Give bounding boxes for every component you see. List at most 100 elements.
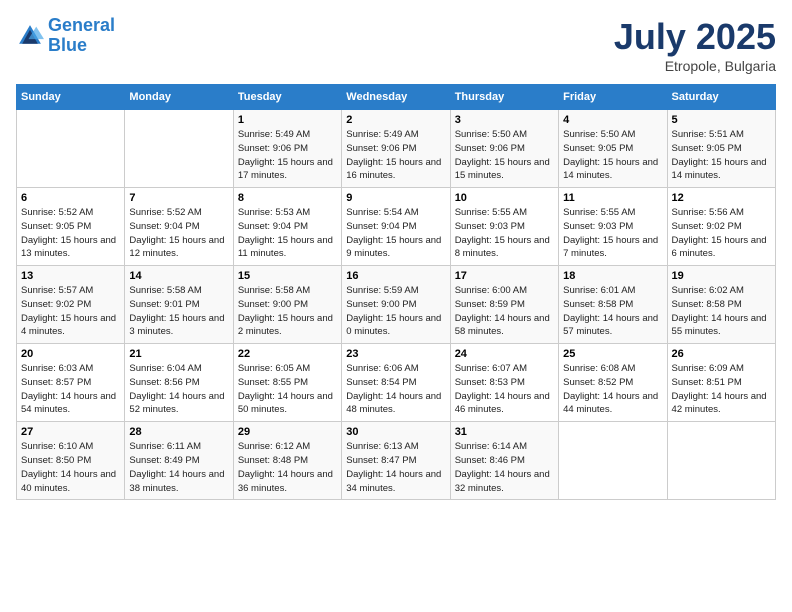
day-info: Sunrise: 6:02 AMSunset: 8:58 PMDaylight:… (672, 284, 771, 339)
location-subtitle: Etropole, Bulgaria (614, 58, 776, 74)
calendar-cell: 23 Sunrise: 6:06 AMSunset: 8:54 PMDayligh… (342, 344, 450, 422)
day-number: 10 (455, 192, 554, 204)
day-info: Sunrise: 6:03 AMSunset: 8:57 PMDaylight:… (21, 362, 120, 417)
calendar-cell: 12 Sunrise: 5:56 AMSunset: 9:02 PMDayligh… (667, 188, 775, 266)
weekday-header: Thursday (450, 85, 558, 110)
calendar-cell (559, 422, 667, 500)
day-info: Sunrise: 6:07 AMSunset: 8:53 PMDaylight:… (455, 362, 554, 417)
day-info: Sunrise: 5:57 AMSunset: 9:02 PMDaylight:… (21, 284, 120, 339)
calendar-cell: 10 Sunrise: 5:55 AMSunset: 9:03 PMDayligh… (450, 188, 558, 266)
day-number: 17 (455, 270, 554, 282)
calendar-cell: 16Sunrise: 5:59 AMSunset: 9:00 PMDayligh… (342, 266, 450, 344)
calendar-cell: 29Sunrise: 6:12 AMSunset: 8:48 PMDayligh… (233, 422, 341, 500)
day-info: Sunrise: 6:01 AMSunset: 8:58 PMDaylight:… (563, 284, 662, 339)
weekday-header: Tuesday (233, 85, 341, 110)
day-info: Sunrise: 6:08 AMSunset: 8:52 PMDaylight:… (563, 362, 662, 417)
calendar-cell: 30 Sunrise: 6:13 AMSunset: 8:47 PMDayligh… (342, 422, 450, 500)
day-number: 19 (672, 270, 771, 282)
calendar-cell: 4 Sunrise: 5:50 AMSunset: 9:05 PMDaylight… (559, 110, 667, 188)
day-info: Sunrise: 5:58 AMSunset: 9:00 PMDaylight:… (238, 284, 337, 339)
weekday-row: SundayMondayTuesdayWednesdayThursdayFrid… (17, 85, 776, 110)
day-info: Sunrise: 5:53 AMSunset: 9:04 PMDaylight:… (238, 206, 337, 261)
day-number: 21 (129, 348, 228, 360)
calendar-cell: 1 Sunrise: 5:49 AMSunset: 9:06 PMDaylight… (233, 110, 341, 188)
page-header: General Blue July 2025 Etropole, Bulgari… (16, 16, 776, 74)
logo: General Blue (16, 16, 115, 56)
calendar-cell: 20 Sunrise: 6:03 AMSunset: 8:57 PMDayligh… (17, 344, 125, 422)
day-number: 13 (21, 270, 120, 282)
calendar-cell: 25 Sunrise: 6:08 AMSunset: 8:52 PMDayligh… (559, 344, 667, 422)
logo-icon (16, 22, 44, 50)
day-info: Sunrise: 5:51 AMSunset: 9:05 PMDaylight:… (672, 128, 771, 183)
calendar-week-row: 6Sunrise: 5:52 AMSunset: 9:05 PMDaylight… (17, 188, 776, 266)
calendar-cell: 7Sunrise: 5:52 AMSunset: 9:04 PMDaylight… (125, 188, 233, 266)
day-number: 25 (563, 348, 662, 360)
weekday-header: Wednesday (342, 85, 450, 110)
day-number: 14 (129, 270, 228, 282)
calendar-week-row: 1 Sunrise: 5:49 AMSunset: 9:06 PMDaylight… (17, 110, 776, 188)
day-number: 31 (455, 426, 554, 438)
day-info: Sunrise: 5:58 AMSunset: 9:01 PMDaylight:… (129, 284, 228, 339)
calendar-cell: 21 Sunrise: 6:04 AMSunset: 8:56 PMDayligh… (125, 344, 233, 422)
day-number: 27 (21, 426, 120, 438)
day-number: 9 (346, 192, 445, 204)
calendar-week-row: 27 Sunrise: 6:10 AMSunset: 8:50 PMDayligh… (17, 422, 776, 500)
day-info: Sunrise: 6:11 AMSunset: 8:49 PMDaylight:… (129, 440, 228, 495)
day-number: 4 (563, 114, 662, 126)
weekday-header: Monday (125, 85, 233, 110)
calendar-week-row: 20 Sunrise: 6:03 AMSunset: 8:57 PMDayligh… (17, 344, 776, 422)
day-info: Sunrise: 6:04 AMSunset: 8:56 PMDaylight:… (129, 362, 228, 417)
day-number: 15 (238, 270, 337, 282)
calendar-cell: 2Sunrise: 5:49 AMSunset: 9:06 PMDaylight… (342, 110, 450, 188)
calendar-cell: 24 Sunrise: 6:07 AMSunset: 8:53 PMDayligh… (450, 344, 558, 422)
calendar-header: SundayMondayTuesdayWednesdayThursdayFrid… (17, 85, 776, 110)
day-info: Sunrise: 6:09 AMSunset: 8:51 PMDaylight:… (672, 362, 771, 417)
weekday-header: Friday (559, 85, 667, 110)
day-number: 30 (346, 426, 445, 438)
day-info: Sunrise: 5:55 AMSunset: 9:03 PMDaylight:… (455, 206, 554, 261)
calendar-cell: 5Sunrise: 5:51 AMSunset: 9:05 PMDaylight… (667, 110, 775, 188)
calendar-cell (17, 110, 125, 188)
day-info: Sunrise: 5:54 AMSunset: 9:04 PMDaylight:… (346, 206, 445, 261)
day-info: Sunrise: 6:14 AMSunset: 8:46 PMDaylight:… (455, 440, 554, 495)
day-number: 22 (238, 348, 337, 360)
calendar-cell: 13 Sunrise: 5:57 AMSunset: 9:02 PMDayligh… (17, 266, 125, 344)
day-number: 23 (346, 348, 445, 360)
calendar-cell: 26 Sunrise: 6:09 AMSunset: 8:51 PMDayligh… (667, 344, 775, 422)
month-title: July 2025 (614, 16, 776, 58)
calendar-cell: 28 Sunrise: 6:11 AMSunset: 8:49 PMDayligh… (125, 422, 233, 500)
day-number: 11 (563, 192, 662, 204)
calendar-cell: 15 Sunrise: 5:58 AMSunset: 9:00 PMDayligh… (233, 266, 341, 344)
day-info: Sunrise: 6:05 AMSunset: 8:55 PMDaylight:… (238, 362, 337, 417)
calendar-body: 1 Sunrise: 5:49 AMSunset: 9:06 PMDaylight… (17, 110, 776, 500)
day-info: Sunrise: 5:49 AMSunset: 9:06 PMDaylight:… (346, 128, 445, 183)
calendar-week-row: 13 Sunrise: 5:57 AMSunset: 9:02 PMDayligh… (17, 266, 776, 344)
day-number: 18 (563, 270, 662, 282)
day-number: 28 (129, 426, 228, 438)
day-info: Sunrise: 6:06 AMSunset: 8:54 PMDaylight:… (346, 362, 445, 417)
day-number: 16 (346, 270, 445, 282)
calendar-cell: 6Sunrise: 5:52 AMSunset: 9:05 PMDaylight… (17, 188, 125, 266)
calendar-cell: 27 Sunrise: 6:10 AMSunset: 8:50 PMDayligh… (17, 422, 125, 500)
calendar-cell: 3Sunrise: 5:50 AMSunset: 9:06 PMDaylight… (450, 110, 558, 188)
day-info: Sunrise: 6:00 AMSunset: 8:59 PMDaylight:… (455, 284, 554, 339)
day-info: Sunrise: 5:50 AMSunset: 9:05 PMDaylight:… (563, 128, 662, 183)
day-number: 6 (21, 192, 120, 204)
calendar-cell: 18 Sunrise: 6:01 AMSunset: 8:58 PMDayligh… (559, 266, 667, 344)
day-number: 1 (238, 114, 337, 126)
day-info: Sunrise: 5:56 AMSunset: 9:02 PMDaylight:… (672, 206, 771, 261)
day-info: Sunrise: 5:49 AMSunset: 9:06 PMDaylight:… (238, 128, 337, 183)
calendar-cell: 19 Sunrise: 6:02 AMSunset: 8:58 PMDayligh… (667, 266, 775, 344)
calendar-cell (667, 422, 775, 500)
day-info: Sunrise: 5:52 AMSunset: 9:04 PMDaylight:… (129, 206, 228, 261)
calendar-cell: 17 Sunrise: 6:00 AMSunset: 8:59 PMDayligh… (450, 266, 558, 344)
day-info: Sunrise: 6:10 AMSunset: 8:50 PMDaylight:… (21, 440, 120, 495)
day-info: Sunrise: 6:13 AMSunset: 8:47 PMDaylight:… (346, 440, 445, 495)
day-number: 12 (672, 192, 771, 204)
day-number: 20 (21, 348, 120, 360)
calendar-cell: 11Sunrise: 5:55 AMSunset: 9:03 PMDayligh… (559, 188, 667, 266)
day-number: 24 (455, 348, 554, 360)
day-number: 26 (672, 348, 771, 360)
weekday-header: Saturday (667, 85, 775, 110)
calendar-cell: 9 Sunrise: 5:54 AMSunset: 9:04 PMDaylight… (342, 188, 450, 266)
